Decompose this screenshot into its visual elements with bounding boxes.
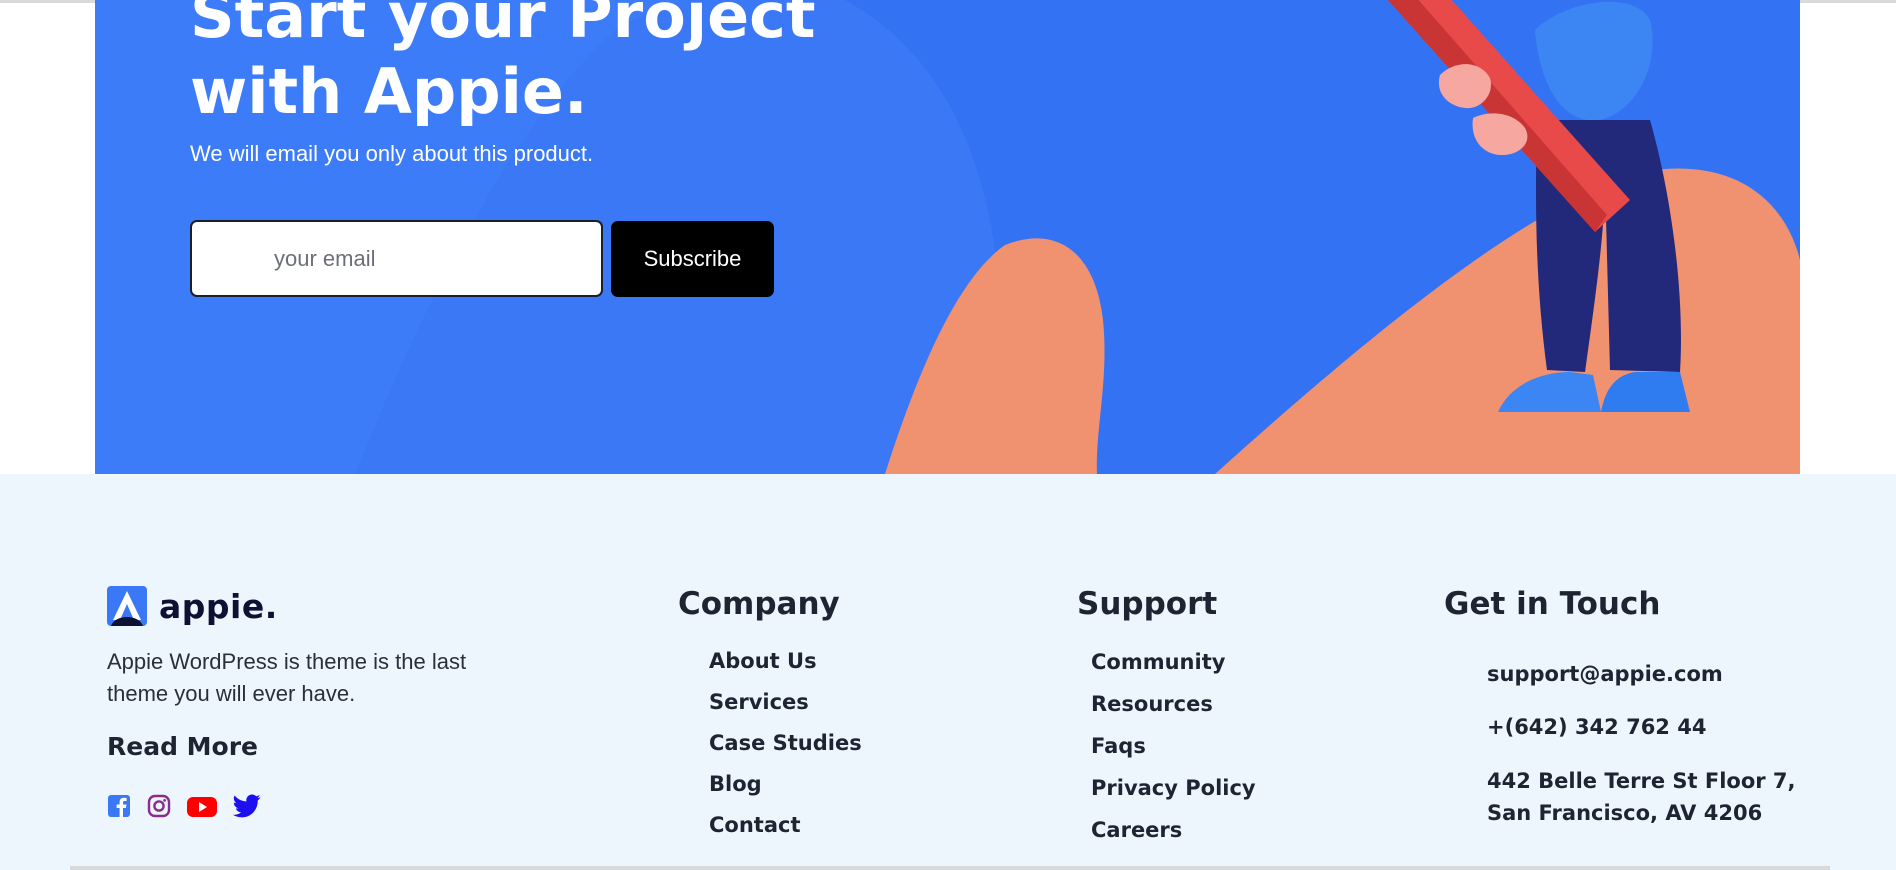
social-links	[107, 794, 261, 820]
contact-address: 442 Belle Terre St Floor 7, San Francisc…	[1487, 769, 1796, 825]
subscribe-hero: Start your Project with Appie. We will e…	[95, 0, 1800, 474]
email-input[interactable]	[190, 220, 603, 297]
hero-title: Start your Project with Appie.	[190, 0, 816, 130]
brand-name: appie.	[159, 586, 278, 626]
support-link-faqs[interactable]: Faqs	[1091, 731, 1256, 773]
company-link-case-studies[interactable]: Case Studies	[709, 728, 862, 769]
hero-title-line-1: Start your Project	[190, 0, 816, 52]
appie-logo-icon	[107, 586, 147, 626]
brand-description: Appie WordPress is theme is the last the…	[107, 649, 467, 706]
support-links: Community Resources Faqs Privacy Policy …	[1091, 647, 1256, 857]
contact-phone[interactable]: +(642) 342 762 44	[1487, 711, 1827, 743]
hero-subtitle: We will email you only about this produc…	[190, 141, 594, 166]
company-links: About Us Services Case Studies Blog Cont…	[709, 646, 862, 851]
support-link-privacy-policy[interactable]: Privacy Policy	[1091, 773, 1256, 815]
twitter-icon[interactable]	[232, 794, 261, 820]
support-heading: Support	[1077, 586, 1218, 622]
footer-logo[interactable]: appie.	[107, 586, 278, 626]
support-link-careers[interactable]: Careers	[1091, 815, 1256, 857]
company-link-contact[interactable]: Contact	[709, 810, 862, 851]
hero-title-line-2: with Appie.	[190, 55, 588, 128]
site-footer: appie. Appie WordPress is theme is the l…	[0, 474, 1896, 870]
instagram-icon[interactable]	[147, 794, 171, 820]
read-more-link[interactable]: Read More	[107, 732, 258, 761]
company-link-services[interactable]: Services	[709, 687, 862, 728]
contact-email[interactable]: support@appie.com	[1487, 658, 1827, 690]
subscribe-button[interactable]: Subscribe	[611, 221, 774, 297]
youtube-icon[interactable]	[187, 794, 217, 820]
support-link-resources[interactable]: Resources	[1091, 689, 1256, 731]
facebook-icon[interactable]	[107, 794, 131, 820]
company-link-about-us[interactable]: About Us	[709, 646, 862, 687]
horizontal-scrollbar[interactable]	[70, 866, 1830, 870]
contact-heading: Get in Touch	[1444, 586, 1661, 622]
company-link-blog[interactable]: Blog	[709, 769, 862, 810]
company-heading: Company	[678, 586, 840, 622]
support-link-community[interactable]: Community	[1091, 647, 1256, 689]
